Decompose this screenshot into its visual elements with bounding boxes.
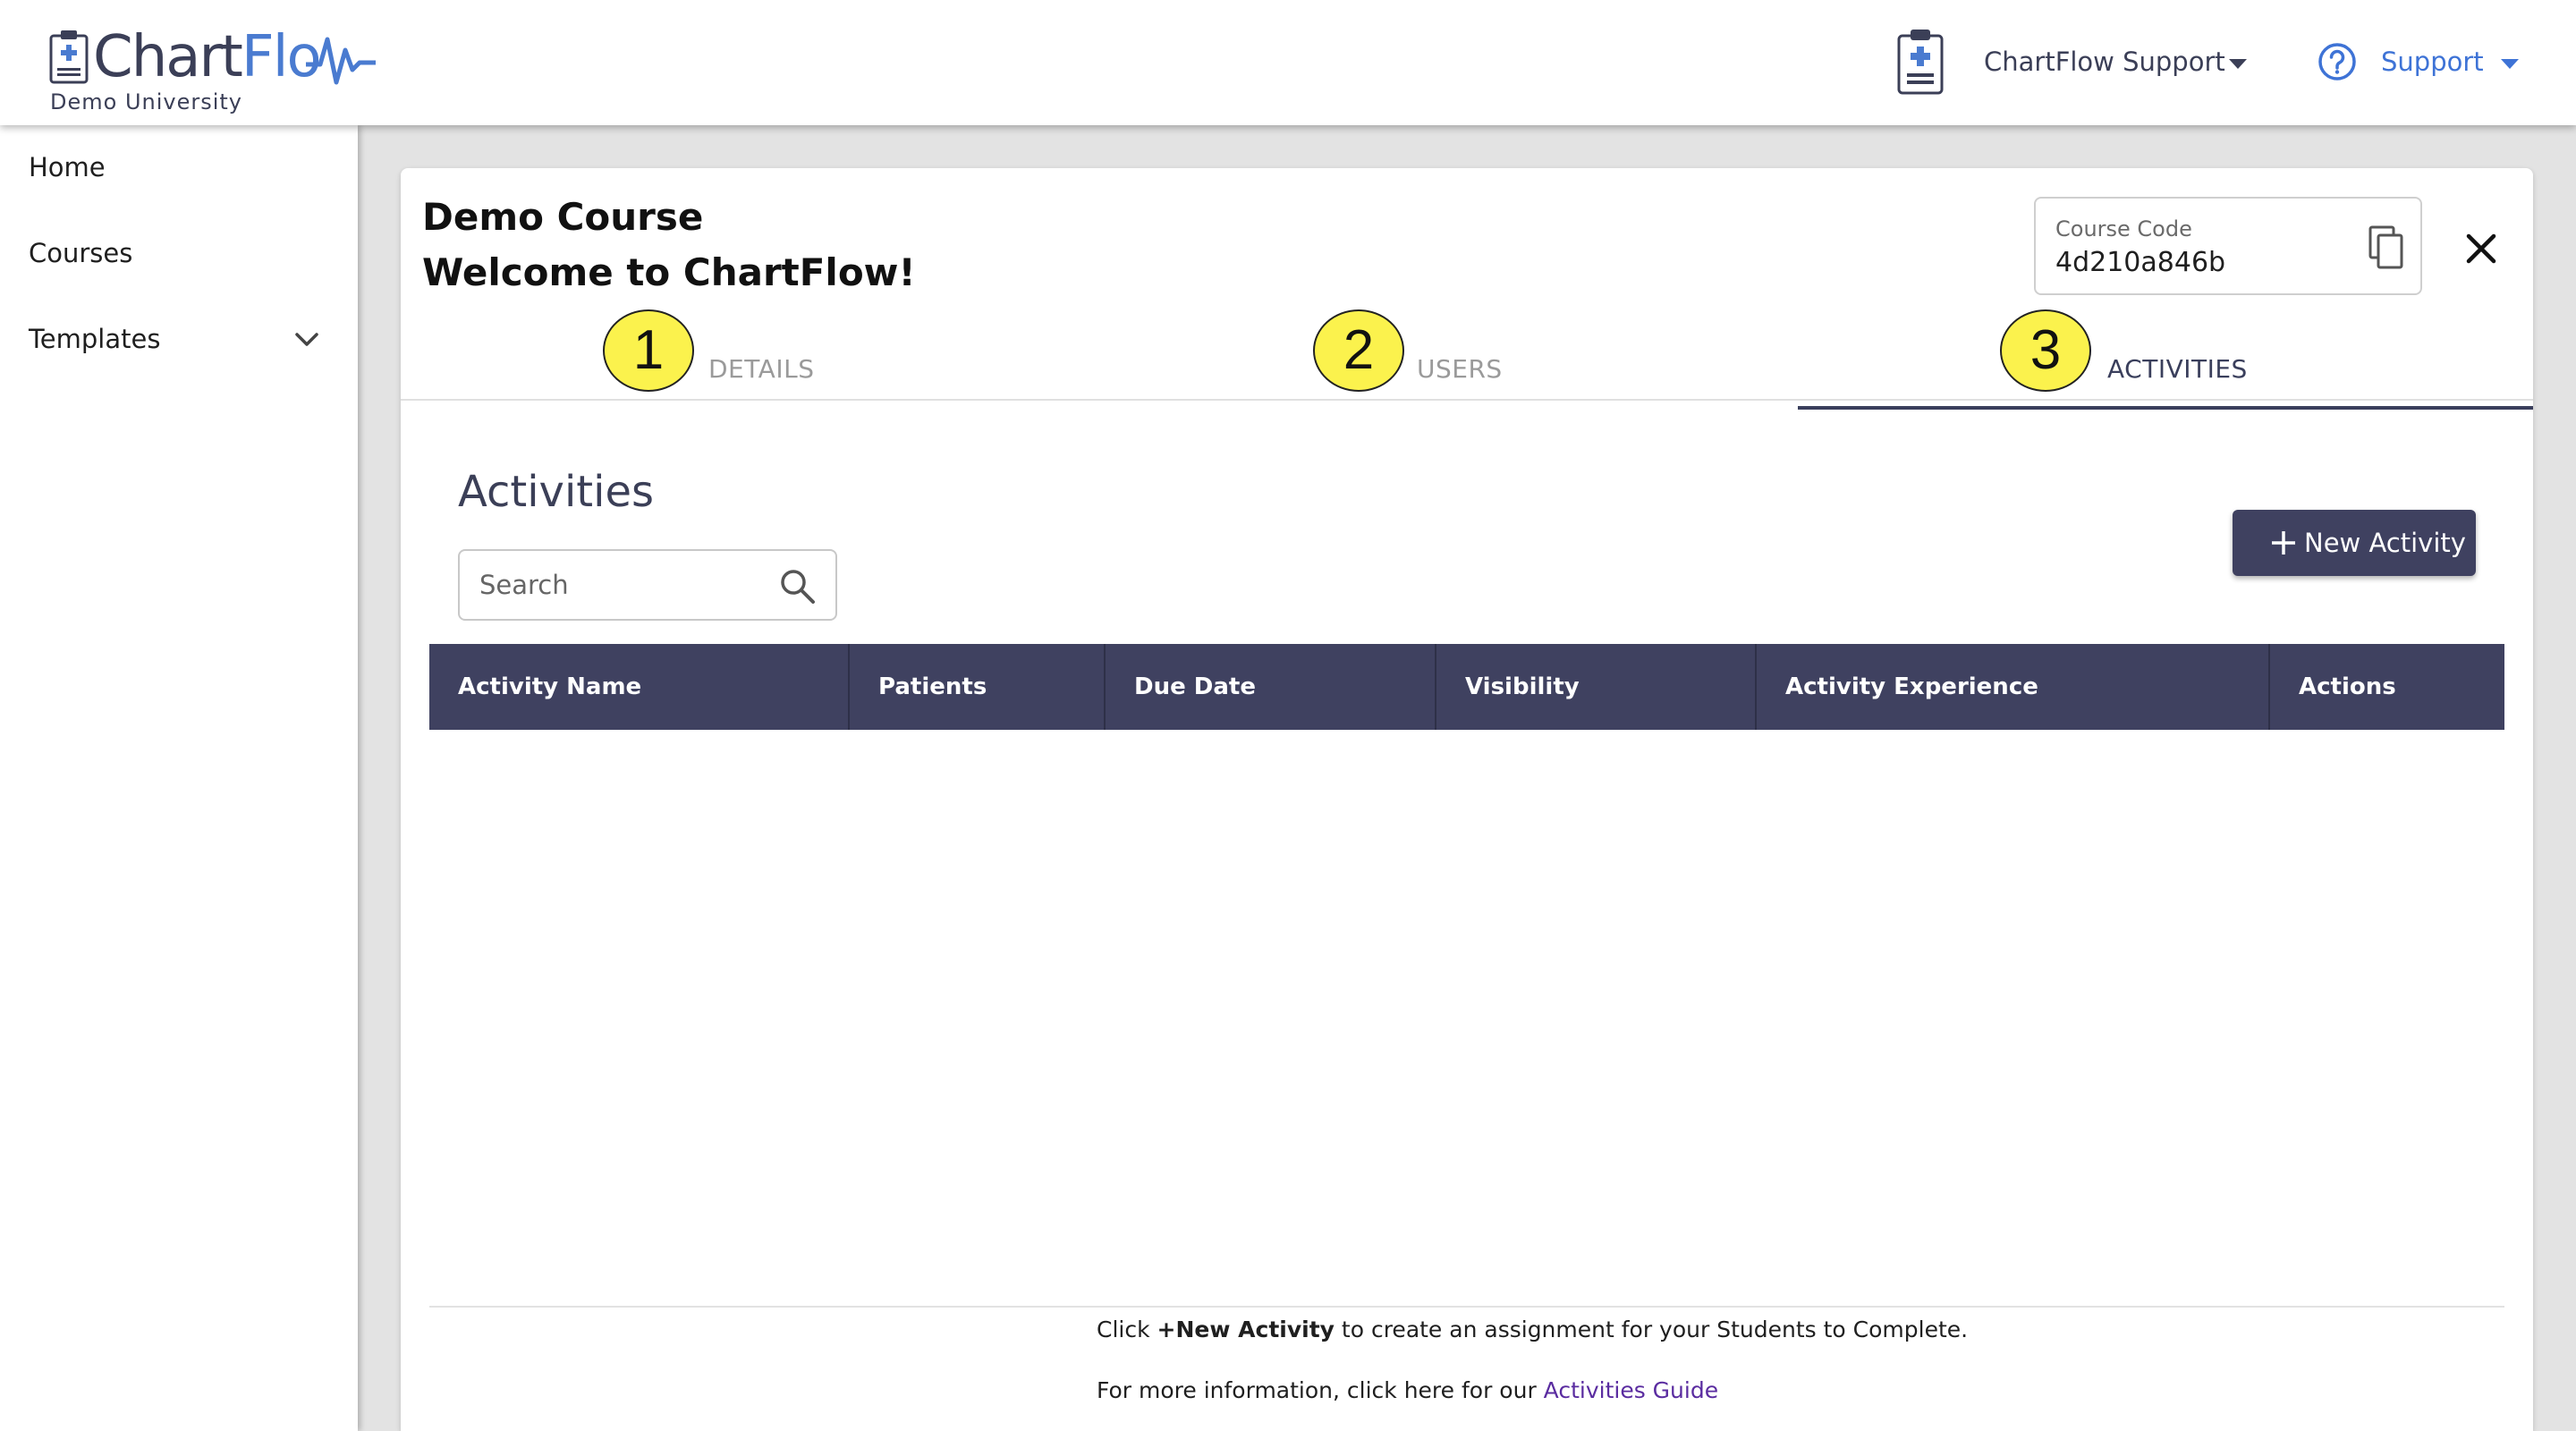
logo-wordmark: ChartFlo [93,24,322,90]
step-badge-2: 2 [1313,309,1404,392]
course-welcome: Welcome to ChartFlow! [422,250,916,294]
top-header: ChartFlo Demo University ChartFlow Suppo… [0,0,2576,125]
column-header-activity-name[interactable]: Activity Name [429,644,850,730]
activities-guide-link[interactable]: Activities Guide [1544,1377,1718,1403]
column-header-due-date[interactable]: Due Date [1106,644,1436,730]
new-activity-button[interactable]: New Activity [2233,510,2476,576]
plus-icon [2272,531,2295,555]
copy-icon[interactable] [2367,225,2406,270]
active-tab-indicator [1798,406,2533,410]
course-code-label: Course Code [2055,216,2192,241]
tab-users-label: USERS [1417,354,1503,384]
tab-details[interactable]: 1 DETAILS [401,309,1098,401]
tab-activities-label: ACTIVITIES [2107,354,2248,384]
sidebar-item-courses[interactable]: Courses [29,238,132,268]
footer-info: For more information, click here for our… [1097,1377,1719,1403]
column-header-actions[interactable]: Actions [2270,644,2504,730]
close-icon[interactable] [2463,231,2499,267]
search-field[interactable] [458,549,837,621]
column-header-patients[interactable]: Patients [850,644,1106,730]
course-card: Demo Course Welcome to ChartFlow! Course… [401,168,2533,1431]
search-input[interactable] [479,567,766,603]
tab-activities[interactable]: 3 ACTIVITIES [1798,309,2533,401]
sidebar: Home Courses Templates [0,125,358,1431]
support-dropdown-caret-icon[interactable] [2501,59,2519,69]
step-badge-1: 1 [603,309,694,392]
chevron-down-icon[interactable] [292,326,322,352]
course-title: Demo Course [422,195,704,239]
support-menu-label[interactable]: Support [2381,47,2484,77]
footer-instruction: Click +New Activity to create an assignm… [1097,1317,1969,1342]
chartflow-logo[interactable]: ChartFlo Demo University [48,24,388,118]
clipboard-avatar-icon[interactable] [1894,27,1946,97]
account-dropdown-caret-icon[interactable] [2229,59,2247,69]
account-menu-label[interactable]: ChartFlow Support [1984,47,2225,77]
logo-subtitle: Demo University [50,89,243,114]
clipboard-logo-icon [49,30,89,84]
course-code-value: 4d210a846b [2055,247,2226,278]
tab-details-label: DETAILS [708,354,815,384]
footer-divider [429,1306,2504,1308]
tab-users[interactable]: 2 USERS [1098,309,1798,401]
heartbeat-wave-icon [306,37,376,85]
activities-table-header: Activity Name Patients Due Date Visibili… [429,644,2504,730]
help-circle-icon[interactable] [2317,41,2358,82]
search-icon[interactable] [778,567,818,606]
activities-heading: Activities [458,467,654,517]
sidebar-item-home[interactable]: Home [29,152,106,182]
new-activity-label: New Activity [2304,528,2466,558]
column-header-visibility[interactable]: Visibility [1436,644,1757,730]
course-tabs: 1 DETAILS 2 USERS 3 ACTIVITIES [401,309,2533,401]
course-code-field: Course Code 4d210a846b [2034,197,2422,295]
column-header-activity-experience[interactable]: Activity Experience [1757,644,2270,730]
sidebar-item-templates[interactable]: Templates [29,324,160,354]
step-badge-3: 3 [2000,309,2091,392]
